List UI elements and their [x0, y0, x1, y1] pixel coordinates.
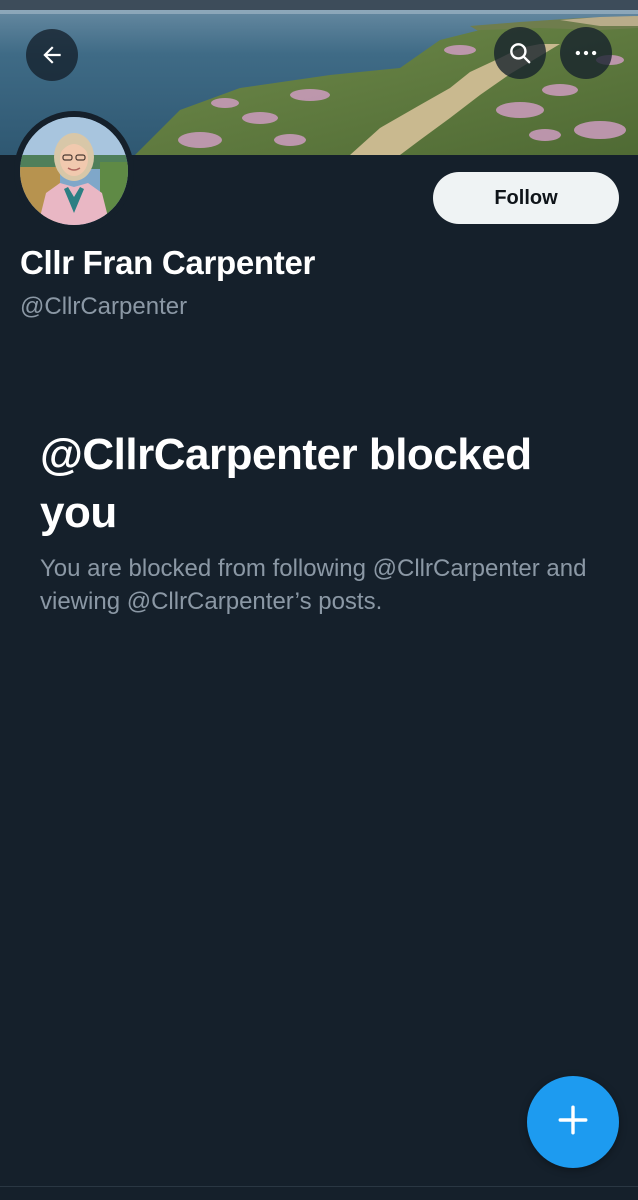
search-button[interactable]	[494, 27, 546, 79]
follow-button[interactable]: Follow	[433, 172, 619, 224]
avatar-photo	[20, 117, 128, 225]
profile-display-name: Cllr Fran Carpenter	[20, 244, 316, 281]
avatar[interactable]	[14, 111, 134, 231]
profile-page: Follow Cllr Fran Carpenter @CllrCarpente…	[0, 0, 638, 1200]
profile-handle: @CllrCarpenter	[20, 293, 188, 320]
bottom-divider	[0, 1186, 638, 1187]
plus-icon	[556, 1103, 590, 1142]
status-bar-strip	[0, 0, 638, 10]
back-button[interactable]	[26, 29, 78, 81]
more-options-button[interactable]	[560, 27, 612, 79]
search-icon	[507, 40, 533, 66]
compose-post-button[interactable]	[527, 1076, 619, 1168]
blocked-title: @CllrCarpenter blocked you	[40, 430, 532, 537]
more-horizontal-icon	[573, 40, 599, 66]
blocked-description: You are blocked from following @CllrCarp…	[40, 555, 587, 615]
arrow-left-icon	[39, 42, 65, 68]
